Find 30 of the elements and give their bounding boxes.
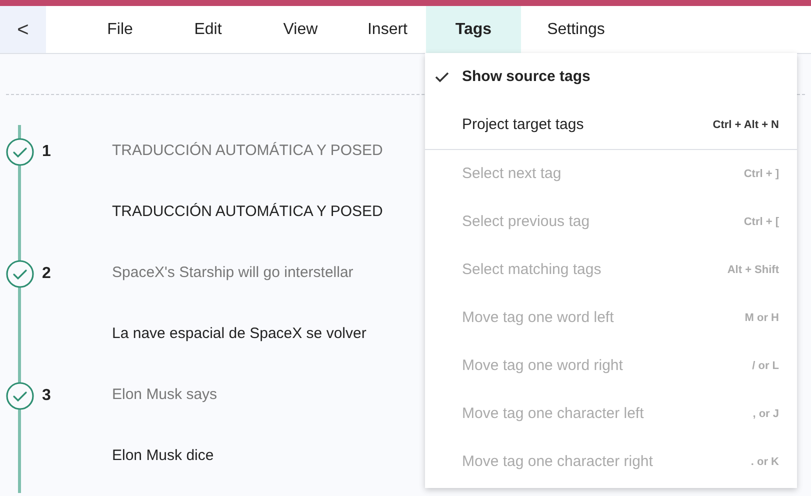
shortcut-text: Ctrl + Alt + N xyxy=(712,118,779,133)
menu-item-label: Select matching tags xyxy=(462,260,602,280)
menu-item-label: Select previous tag xyxy=(462,212,591,232)
menu-item-label: Project target tags xyxy=(462,114,585,135)
shortcut-text: Alt + Shift xyxy=(727,262,779,278)
source-text: TRADUCCIÓN AUTOMÁTICA Y POSED xyxy=(112,141,383,162)
menu-item-label: Move tag one character left xyxy=(462,404,645,424)
shortcut-text: . or K xyxy=(750,454,779,470)
menu-tab[interactable]: Tags xyxy=(426,6,521,53)
shortcut-text: M or H xyxy=(744,310,779,326)
shortcut-text: Ctrl + [ xyxy=(744,214,779,230)
segment-number: 1 xyxy=(41,142,52,162)
source-text: SpaceX's Starship will go interstellar xyxy=(112,263,354,284)
target-text[interactable]: TRADUCCIÓN AUTOMÁTICA Y POSED xyxy=(112,201,383,224)
segment-number: 3 xyxy=(41,386,52,406)
target-text[interactable]: Elon Musk dice xyxy=(112,445,214,468)
segment-number: 2 xyxy=(41,264,52,284)
shortcut-text: , or J xyxy=(752,406,779,422)
target-text[interactable]: La nave espacial de SpaceX se volver xyxy=(112,323,366,346)
shortcut-text: Ctrl + ] xyxy=(744,166,779,182)
menu-item-label: Select next tag xyxy=(462,164,562,184)
menu-item[interactable]: Show source tags xyxy=(425,53,797,101)
menu-item-label: Move tag one word right xyxy=(462,356,624,376)
menu-item[interactable]: Project target tags Ctrl + Alt + N xyxy=(425,101,797,149)
back-button[interactable]: < xyxy=(0,6,46,53)
source-text: Elon Musk says xyxy=(112,385,218,406)
menu-item-label: Show source tags xyxy=(462,66,592,87)
menu-item-label: Move tag one character right xyxy=(462,452,654,472)
menu-item-label: Move tag one word left xyxy=(462,308,615,328)
shortcut-text: / or L xyxy=(752,358,779,374)
